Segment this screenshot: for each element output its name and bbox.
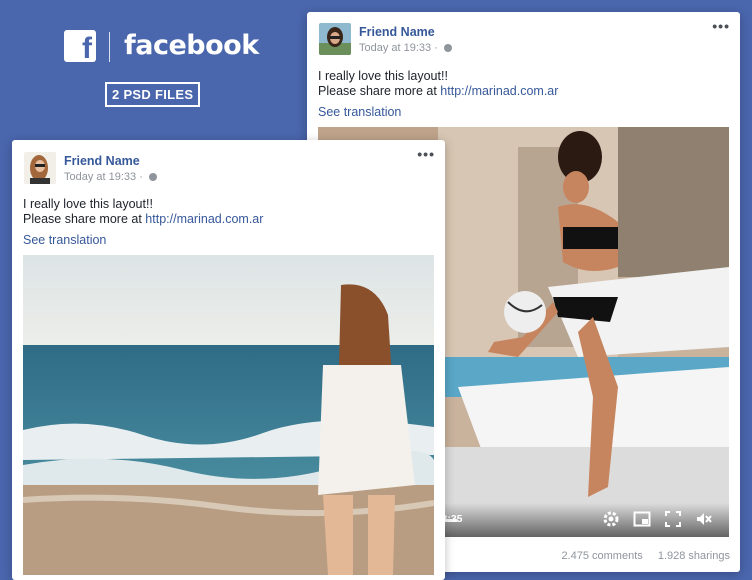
avatar[interactable] [24, 152, 56, 184]
sharings-count[interactable]: 1.928 sharings [658, 550, 730, 562]
meta-separator: · [434, 42, 438, 54]
post-link[interactable]: http://marinad.com.ar [440, 84, 558, 98]
post-meta: Today at 19:33 · [64, 171, 157, 183]
post-text: I really love this layout!! Please share… [318, 69, 558, 99]
mute-icon[interactable] [694, 509, 714, 529]
brand-area: f facebook 2 PSD FILES [64, 30, 264, 120]
post-text-line: Please share more at http://marinad.com.… [23, 212, 263, 227]
globe-icon [443, 44, 452, 52]
timestamp[interactable]: Today at 19:33 [64, 171, 136, 183]
author-name[interactable]: Friend Name [64, 154, 140, 168]
facebook-wordmark: facebook [124, 30, 259, 61]
gear-icon[interactable] [601, 509, 621, 529]
meta-separator: · [139, 171, 143, 183]
post-text-line: I really love this layout!! [23, 197, 153, 211]
timestamp[interactable]: Today at 19:33 [359, 42, 431, 54]
post-meta: Today at 19:33 · [359, 42, 452, 54]
globe-icon [148, 173, 157, 181]
facebook-logo-icon: f [64, 30, 96, 65]
post-text: I really love this layout!! Please share… [23, 197, 263, 227]
more-options-icon[interactable]: ••• [417, 146, 435, 162]
see-translation-link[interactable]: See translation [318, 105, 401, 119]
post-text-prefix: Please share more at [318, 84, 441, 98]
avatar[interactable] [319, 23, 351, 55]
post-image[interactable] [23, 255, 434, 575]
post-text-prefix: Please share more at [23, 212, 146, 226]
post-link[interactable]: http://marinad.com.ar [145, 212, 263, 226]
author-name[interactable]: Friend Name [359, 25, 435, 39]
post-stats: 2.475 comments 1.928 sharings [549, 550, 730, 562]
post-text-line: I really love this layout!! [318, 69, 448, 83]
psd-files-badge: 2 PSD FILES [105, 82, 201, 107]
photo-beach [23, 255, 434, 575]
see-translation-link[interactable]: See translation [23, 233, 106, 247]
post-text-line: Please share more at http://marinad.com.… [318, 84, 558, 99]
brand-divider [109, 32, 110, 62]
more-options-icon[interactable]: ••• [712, 18, 730, 34]
post-card-left: Friend Name Today at 19:33 · ••• I reall… [12, 140, 445, 580]
logo-letter: f [82, 32, 92, 65]
fullscreen-icon[interactable] [663, 509, 683, 529]
comments-count[interactable]: 2.475 comments [561, 550, 642, 562]
picture-in-picture-icon[interactable] [632, 509, 652, 529]
